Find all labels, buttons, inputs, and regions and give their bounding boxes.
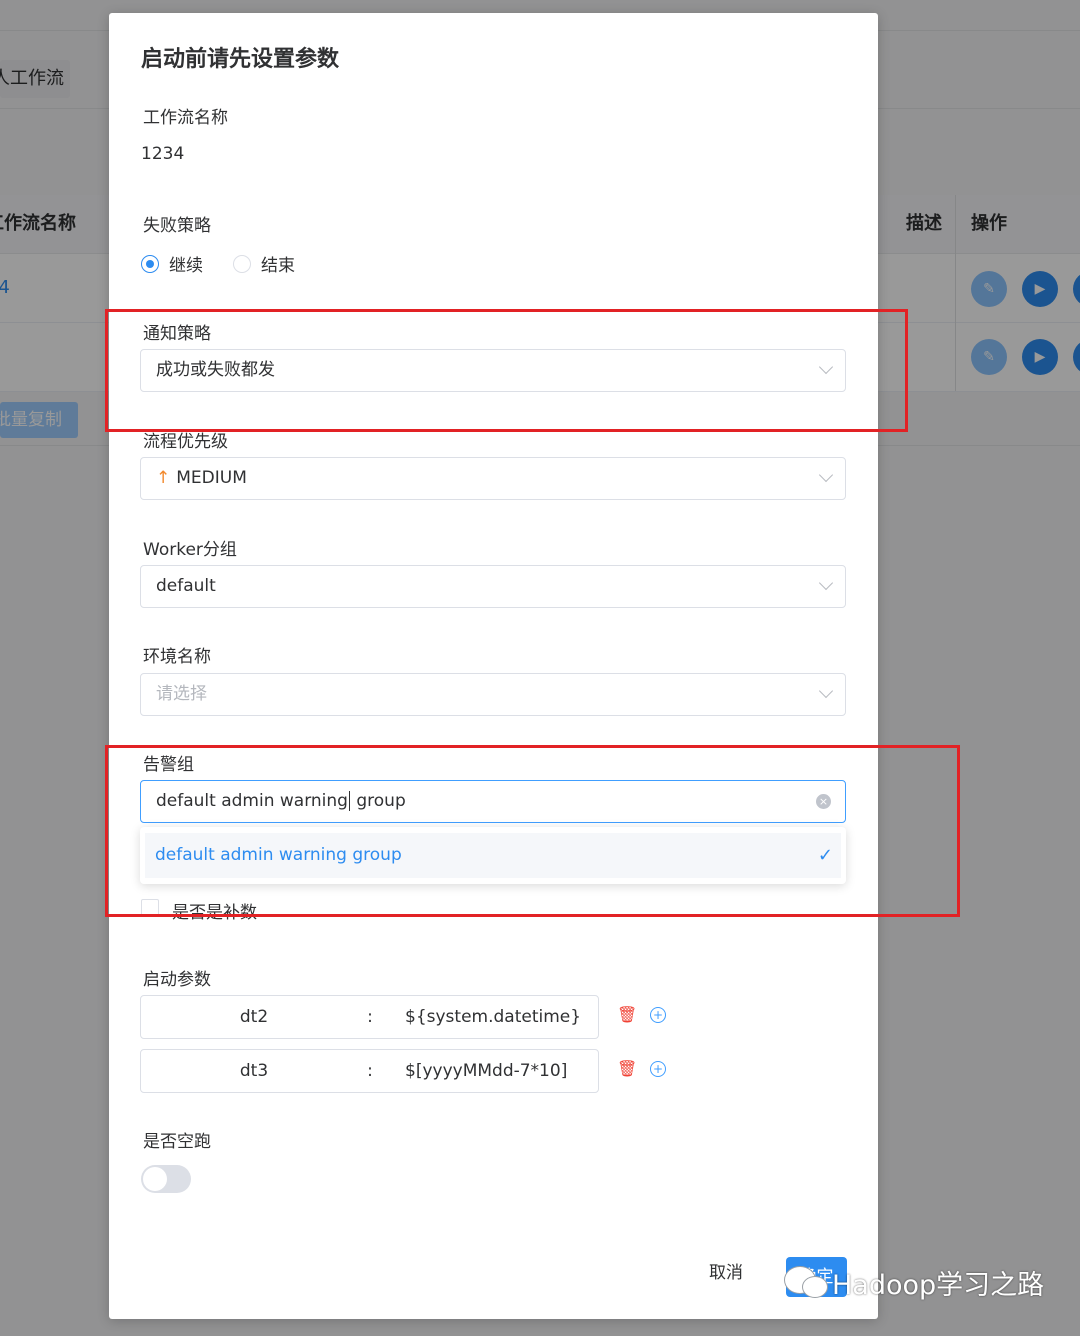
- workflow-name-label: 工作流名称: [143, 108, 228, 128]
- select-value: default: [156, 576, 216, 596]
- env-select[interactable]: 请选择: [140, 673, 846, 716]
- plus-circle-icon[interactable]: +: [650, 1061, 666, 1077]
- radio-continue[interactable]: 继续: [141, 251, 203, 276]
- trash-icon[interactable]: 🗑: [617, 1007, 637, 1023]
- param-row: dt3 : $[yyyyMMdd-7*10]: [140, 1049, 599, 1093]
- watermark: Hadoop学习之路: [784, 1262, 1044, 1302]
- watermark-text: Hadoop学习之路: [832, 1269, 1045, 1301]
- worker-group-label: Worker分组: [143, 540, 237, 560]
- dry-run-label: 是否空跑: [143, 1132, 211, 1152]
- param-separator: :: [367, 1007, 373, 1027]
- param-value[interactable]: $[yyyyMMdd-7*10]: [405, 1050, 567, 1092]
- cancel-button[interactable]: 取消: [709, 1253, 743, 1293]
- param-separator: :: [367, 1061, 373, 1081]
- start-params-dialog: 启动前请先设置参数 工作流名称 1234 失败策略 继续 结束 通知策略 成功或…: [109, 13, 878, 1319]
- radio-end[interactable]: 结束: [233, 251, 295, 276]
- radio-circle: [141, 254, 159, 273]
- chevron-down-icon: [818, 467, 834, 483]
- trash-icon[interactable]: 🗑: [617, 1061, 637, 1077]
- failure-strategy-label: 失败策略: [143, 216, 211, 236]
- dry-run-switch[interactable]: [141, 1165, 191, 1193]
- wechat-logo-icon: [784, 1262, 828, 1302]
- startup-params-label: 启动参数: [143, 970, 211, 990]
- radio-label: 继续: [169, 256, 203, 276]
- param-value[interactable]: ${system.datetime}: [405, 996, 581, 1038]
- chevron-down-icon: [818, 683, 834, 699]
- chevron-down-icon: [818, 575, 834, 591]
- select-value: MEDIUM: [176, 468, 247, 488]
- highlight-box: [105, 309, 908, 432]
- radio-circle: [233, 254, 251, 273]
- worker-group-select[interactable]: default: [140, 565, 846, 608]
- param-row: dt2 : ${system.datetime}: [140, 995, 599, 1039]
- param-key[interactable]: dt2: [141, 996, 367, 1038]
- radio-label: 结束: [261, 256, 295, 276]
- env-label: 环境名称: [143, 647, 211, 667]
- workflow-name-value: 1234: [141, 144, 185, 164]
- dialog-title: 启动前请先设置参数: [141, 47, 340, 72]
- priority-select[interactable]: ↑ MEDIUM: [140, 457, 846, 500]
- param-key[interactable]: dt3: [141, 1050, 367, 1092]
- arrow-up-icon: ↑: [156, 468, 171, 488]
- highlight-box: [105, 745, 960, 917]
- plus-circle-icon[interactable]: +: [650, 1007, 666, 1023]
- select-placeholder: 请选择: [156, 684, 207, 704]
